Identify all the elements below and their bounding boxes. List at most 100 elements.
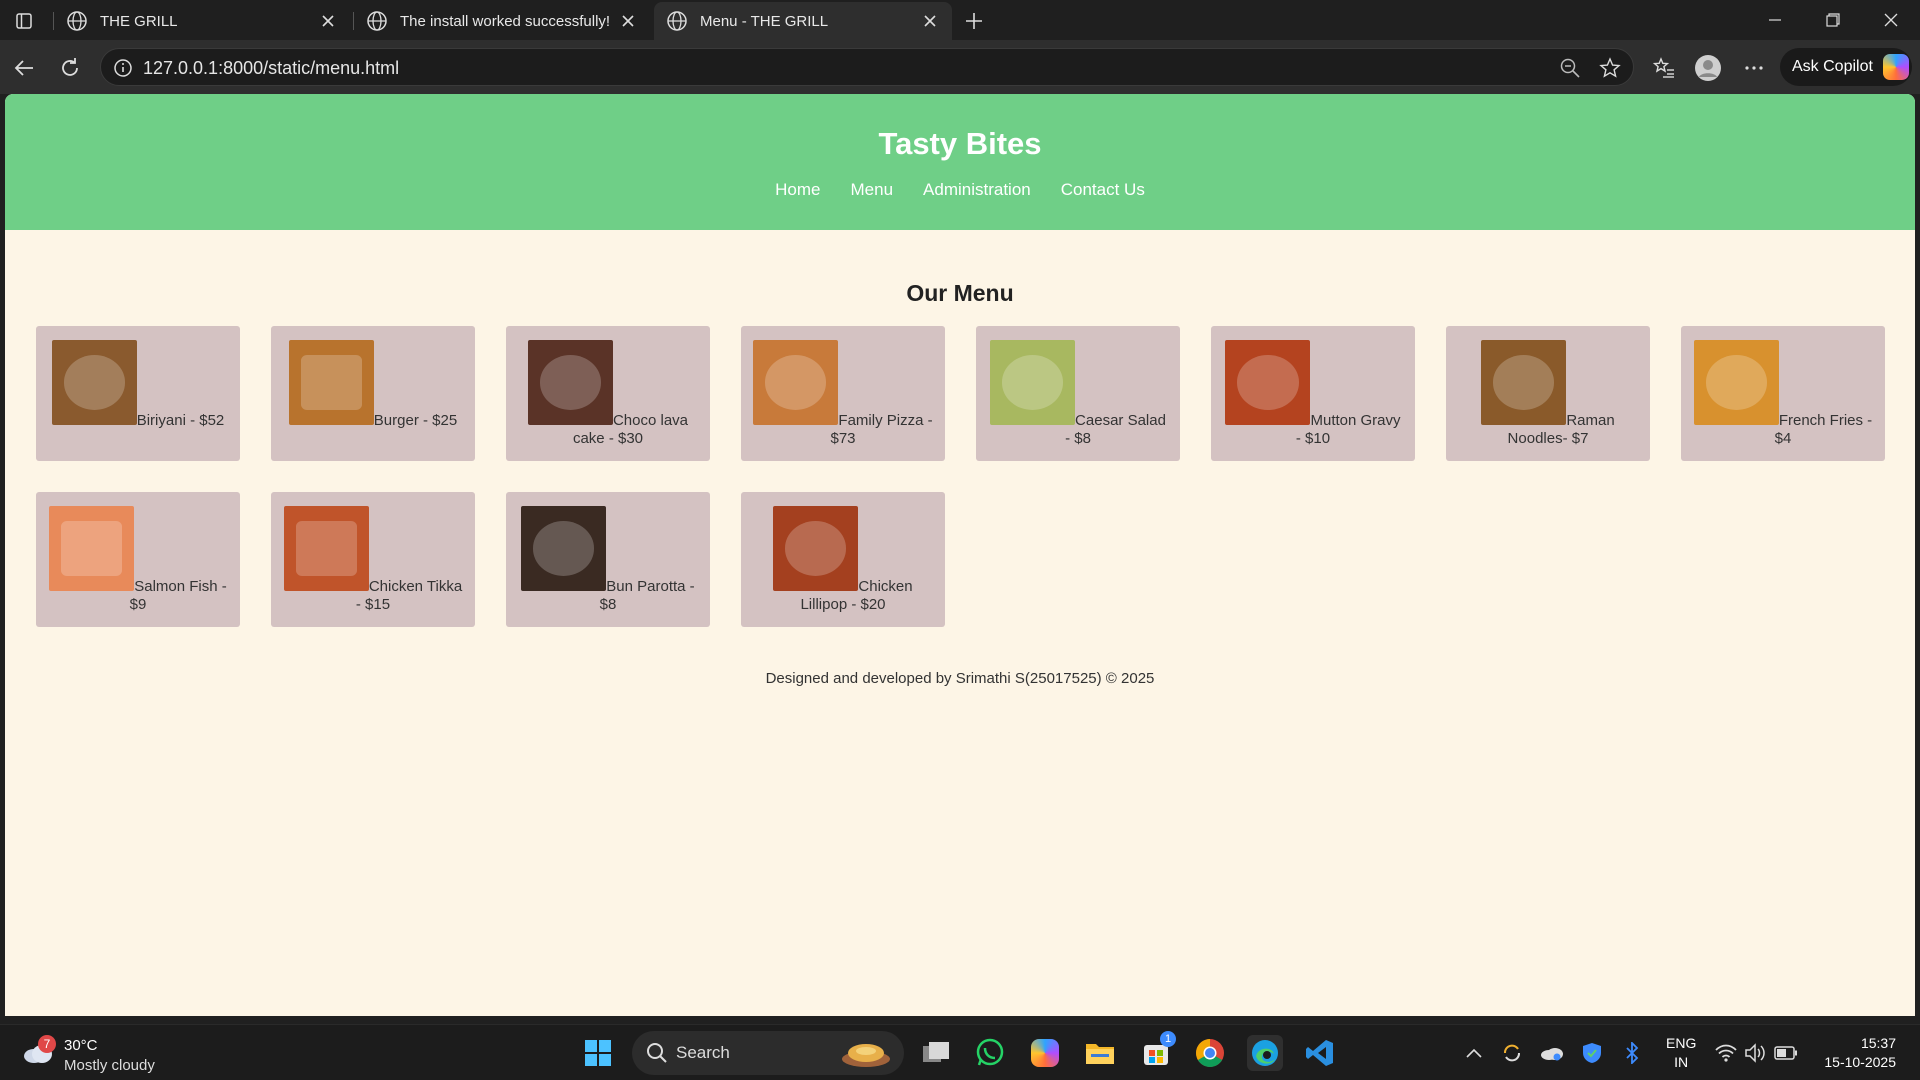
reload-icon[interactable] [52, 50, 88, 86]
onedrive-icon[interactable] [1540, 1041, 1564, 1065]
nav-administration-link[interactable]: Administration [923, 180, 1031, 200]
caesar-salad-image [990, 340, 1076, 425]
clock-time: 15:37 [1860, 1035, 1896, 1051]
ask-copilot-label: Ask Copilot [1792, 58, 1873, 75]
burger-image [288, 340, 374, 425]
menu-card-raman-noodles: Raman Noodles- $7 [1446, 326, 1650, 461]
raman-noodles-image [1481, 340, 1567, 425]
close-tab-icon[interactable] [920, 11, 940, 31]
windows-security-icon[interactable] [1580, 1041, 1604, 1065]
chicken-lillipop-image [773, 506, 859, 591]
nav-menu-link[interactable]: Menu [851, 180, 894, 200]
start-windows-icon[interactable] [580, 1035, 616, 1071]
weather-temperature: 30°C [64, 1037, 98, 1054]
tab-install-worked[interactable]: The install worked successfully! Co [354, 2, 650, 40]
menu-card-bun-parotta: Bun Parotta - $8 [506, 492, 710, 627]
chrome-icon[interactable] [1192, 1035, 1228, 1071]
file-explorer-icon[interactable] [1082, 1035, 1118, 1071]
menu-item-label: Burger - $25 [373, 412, 458, 429]
tab-actions-icon[interactable] [5, 6, 43, 36]
taskbar: 7 30°C Mostly cloudy Search 1 ENG IN 15:… [0, 1024, 1920, 1080]
sync-icon[interactable] [1500, 1041, 1524, 1065]
menu-item-label: Mutton Gravy - $10 [1295, 412, 1401, 447]
close-window-icon[interactable] [1862, 0, 1920, 40]
battery-icon[interactable] [1774, 1041, 1798, 1065]
taskbar-search[interactable]: Search [632, 1031, 904, 1075]
copilot-app-icon[interactable] [1027, 1035, 1063, 1071]
menu-item-label: Chicken Tikka - $15 [355, 578, 463, 613]
minimize-icon[interactable] [1746, 0, 1804, 40]
nav-contact-us-link[interactable]: Contact Us [1061, 180, 1145, 200]
mutton-gravy-image [1225, 340, 1311, 425]
nav-home-link[interactable]: Home [775, 180, 820, 200]
french-fries-image [1693, 340, 1779, 425]
site-info-icon[interactable] [113, 58, 133, 78]
more-options-icon[interactable] [1736, 50, 1772, 86]
whatsapp-icon[interactable] [972, 1035, 1008, 1071]
weather-condition: Mostly cloudy [64, 1057, 155, 1074]
back-arrow-icon[interactable] [6, 50, 42, 86]
wifi-icon[interactable] [1714, 1041, 1738, 1065]
show-hidden-icons-chevron-icon[interactable] [1462, 1041, 1486, 1065]
clock-date: 15-10-2025 [1824, 1054, 1896, 1070]
bun-parotta-image [521, 506, 607, 591]
chicken-tikka-image [283, 506, 369, 591]
system-clock[interactable]: 15:37 15-10-2025 [1816, 1034, 1896, 1072]
browser-tab-strip: THE GRILL The install worked successfull… [0, 0, 1920, 40]
menu-card-family-pizza: Family Pizza - $73 [741, 326, 945, 461]
favorite-star-icon[interactable] [1599, 57, 1621, 79]
bluetooth-icon[interactable] [1620, 1041, 1644, 1065]
site-nav: Home Menu Administration Contact Us [5, 180, 1915, 200]
profile-avatar-icon[interactable] [1690, 50, 1726, 86]
url-text: 127.0.0.1:8000/static/menu.html [143, 58, 400, 78]
page-viewport: Tasty Bites Home Menu Administration Con… [5, 94, 1915, 1016]
menu-card-salmon-fish: Salmon Fish - $9 [36, 492, 240, 627]
store-update-badge: 1 [1160, 1031, 1176, 1047]
region-code: IN [1674, 1054, 1689, 1070]
tab-title: The install worked successfully! Co [400, 12, 610, 30]
vscode-icon[interactable] [1302, 1035, 1338, 1071]
tab-menu-the-grill[interactable]: Menu - THE GRILL [654, 2, 952, 40]
volume-icon[interactable] [1744, 1041, 1768, 1065]
close-tab-icon[interactable] [618, 11, 638, 31]
menu-card-mutton-gravy: Mutton Gravy - $10 [1211, 326, 1415, 461]
new-tab-icon[interactable] [955, 6, 993, 36]
menu-item-label: French Fries - $4 [1774, 412, 1873, 447]
menu-item-label: Biriyani - $52 [136, 412, 225, 429]
tab-title: Menu - THE GRILL [700, 12, 829, 30]
search-label: Search [676, 1043, 730, 1062]
site-footer: Designed and developed by Srimathi S(250… [765, 670, 1155, 687]
tab-title: THE GRILL [100, 12, 178, 30]
address-bar[interactable]: 127.0.0.1:8000/static/menu.html [100, 48, 1634, 86]
edge-browser-icon[interactable] [1247, 1035, 1283, 1071]
choco-lava-cake-image [527, 340, 613, 425]
salmon-fish-image [49, 506, 135, 591]
menu-item-label: Salmon Fish - $9 [129, 578, 227, 613]
menu-card-caesar-salad: Caesar Salad - $8 [976, 326, 1180, 461]
menu-item-label: Caesar Salad - $8 [1065, 412, 1166, 447]
menu-item-label: Bun Parotta - $8 [599, 578, 695, 613]
favorites-icon[interactable] [1646, 50, 1682, 86]
menu-card-chicken-lillipop: Chicken Lillipop - $20 [741, 492, 945, 627]
menu-card-french-fries: French Fries - $4 [1681, 326, 1885, 461]
menu-item-label: Family Pizza - $73 [830, 412, 933, 447]
weather-widget[interactable]: 7 30°C Mostly cloudy [20, 1031, 190, 1075]
task-view-icon[interactable] [918, 1035, 954, 1071]
globe-icon [667, 11, 687, 31]
language-code: ENG [1666, 1035, 1697, 1051]
zoom-out-icon[interactable] [1559, 57, 1581, 79]
search-icon [647, 1043, 667, 1063]
site-title: Tasty Bites [878, 126, 1042, 161]
tab-the-grill[interactable]: THE GRILL [54, 2, 350, 40]
globe-icon [67, 11, 87, 31]
close-tab-icon[interactable] [318, 11, 338, 31]
search-highlight-icon [842, 1044, 890, 1067]
weather-alert-badge: 7 [38, 1035, 56, 1053]
globe-icon [367, 11, 387, 31]
menu-card-chicken-tikka: Chicken Tikka - $15 [271, 492, 475, 627]
input-language-indicator[interactable]: ENG IN [1666, 1034, 1696, 1072]
restore-icon[interactable] [1804, 0, 1862, 40]
biriyani-image [51, 340, 137, 425]
ask-copilot-button[interactable]: Ask Copilot [1780, 48, 1912, 86]
menu-card-biriyani: Biriyani - $52 [36, 326, 240, 461]
